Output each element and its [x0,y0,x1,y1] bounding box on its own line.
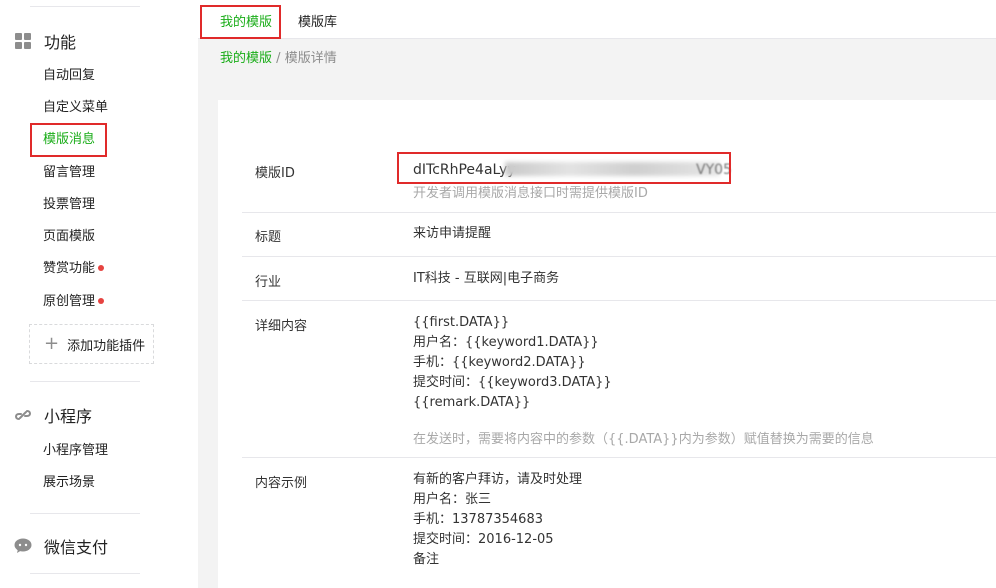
content-line: 用户名：{{keyword1.DATA}} [413,335,599,350]
sidebar-item-reward[interactable]: 赞赏功能 [43,259,105,279]
sidebar-item-comments[interactable]: 留言管理 [43,163,95,183]
content-label: 详细内容 [255,319,308,334]
link-icon [14,406,32,424]
row-divider [242,300,996,301]
section-miniprogram[interactable]: 小程序 [14,403,92,427]
highlight-box-sidebar [30,123,107,157]
example-line: 用户名：张三 [413,492,492,507]
content-line: {{remark.DATA}} [413,395,531,410]
industry-value: IT科技 - 互联网|电子商务 [413,271,560,286]
industry-label: 行业 [255,275,282,290]
content-line: 提交时间：{{keyword3.DATA}} [413,375,612,390]
title-value: 来访申请提醒 [413,226,492,241]
new-badge [98,264,105,271]
sidebar-divider [30,381,140,382]
sidebar-divider [30,6,140,7]
section-features[interactable]: 功能 [14,29,76,53]
grid-icon [14,32,32,50]
sidebar-item-original-label: 原创管理 [43,294,96,309]
breadcrumb-link[interactable]: 我的模版 [220,51,272,66]
sidebar-item-display-scene[interactable]: 展示场景 [43,473,95,493]
chat-bubble-icon [14,537,32,555]
row-divider [242,212,996,213]
plus-icon: + [44,333,60,354]
sidebar-item-auto-reply[interactable]: 自动回复 [43,66,95,86]
content-hint: 在发送时，需要将内容中的参数（{{.DATA}}内为参数）赋值替换为需要的信息 [413,432,874,447]
tab-template-library[interactable]: 模版库 [298,11,337,30]
sidebar: 功能 自动回复 自定义菜单 模版消息 留言管理 投票管理 页面模版 赞赏功能 原… [0,0,198,588]
sidebar-item-original[interactable]: 原创管理 [43,292,105,312]
template-id-label: 模版ID [255,166,295,181]
example-line: 提交时间：2016-12-05 [413,532,554,547]
example-label: 内容示例 [255,476,308,491]
example-lines: 有新的客户拜访，请及时处理 用户名：张三 手机：13787354683 提交时间… [413,470,582,570]
row-divider [242,457,996,458]
sidebar-item-reward-label: 赞赏功能 [43,261,96,276]
new-badge [98,297,105,304]
breadcrumb: 我的模版 / 模版详情 [220,47,337,66]
breadcrumb-current: 模版详情 [284,51,337,66]
content-line: 手机：{{keyword2.DATA}} [413,355,586,370]
sidebar-item-miniprogram-manage[interactable]: 小程序管理 [43,441,108,461]
sidebar-item-custom-menu[interactable]: 自定义菜单 [43,98,108,118]
example-line: 有新的客户拜访，请及时处理 [413,472,583,487]
sidebar-item-voting[interactable]: 投票管理 [43,195,95,215]
content-lines: {{first.DATA}} 用户名：{{keyword1.DATA}} 手机：… [413,313,612,413]
highlight-box-tab [200,5,281,39]
example-line: 手机：13787354683 [413,512,543,527]
breadcrumb-separator: / [276,51,281,66]
sidebar-divider [30,513,140,514]
section-wechat-pay[interactable]: 微信支付 [14,534,108,558]
add-plugin-label: 添加功能插件 [67,338,146,354]
section-wechat-pay-title: 微信支付 [44,538,109,557]
example-line: 备注 [413,552,440,567]
template-detail-panel: 模版ID dITcRhPe4aLyy VY05 开发者调用模版消息接口时需提供模… [218,100,996,588]
sidebar-item-page-template[interactable]: 页面模版 [43,227,95,247]
highlight-box-id [397,152,731,184]
add-plugin-button[interactable]: + 添加功能插件 [29,324,154,364]
title-label: 标题 [255,230,282,245]
content-line: {{first.DATA}} [413,315,510,330]
template-id-hint: 开发者调用模版消息接口时需提供模版ID [413,186,648,201]
section-miniprogram-title: 小程序 [44,407,93,426]
sidebar-divider [30,573,140,574]
tab-bar: 我的模版 模版库 [198,0,996,39]
section-features-title: 功能 [44,33,77,52]
row-divider [242,256,996,257]
